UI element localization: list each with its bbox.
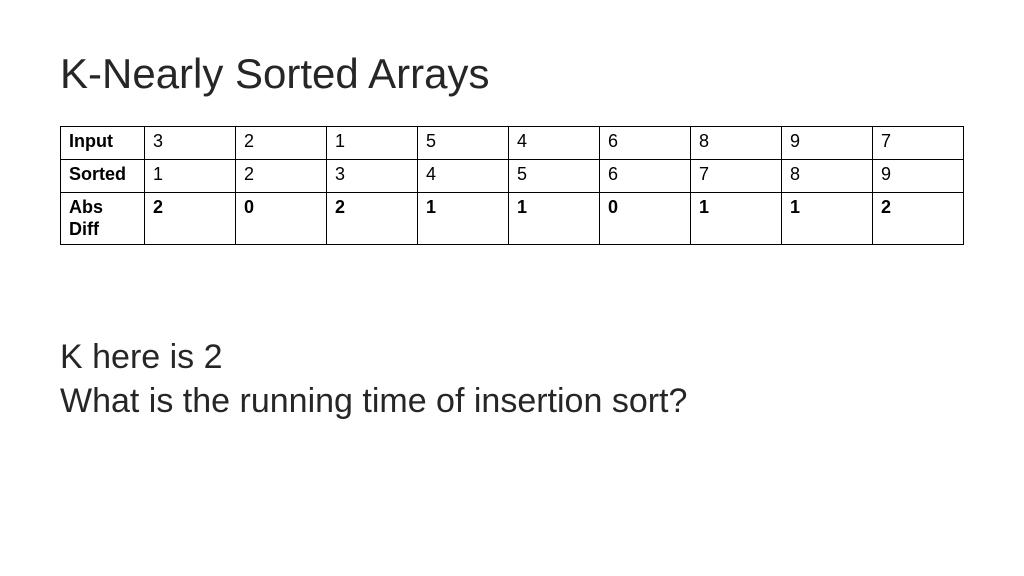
cell: 5: [509, 160, 600, 193]
row-label-sorted: Sorted: [61, 160, 145, 193]
cell: 8: [782, 160, 873, 193]
cell: 9: [873, 160, 964, 193]
cell: 2: [873, 193, 964, 245]
row-label-diff: Abs Diff: [61, 193, 145, 245]
cell: 4: [418, 160, 509, 193]
cell: 2: [236, 127, 327, 160]
cell: 8: [691, 127, 782, 160]
slide-title: K-Nearly Sorted Arrays: [60, 50, 964, 98]
cell: 7: [873, 127, 964, 160]
cell: 1: [145, 160, 236, 193]
cell: 9: [782, 127, 873, 160]
cell: 1: [691, 193, 782, 245]
cell: 5: [418, 127, 509, 160]
body-line-1: K here is 2: [60, 335, 964, 379]
cell: 2: [327, 193, 418, 245]
cell: 6: [600, 127, 691, 160]
cell: 6: [600, 160, 691, 193]
cell: 7: [691, 160, 782, 193]
body-line-2: What is the running time of insertion so…: [60, 379, 964, 423]
cell: 1: [782, 193, 873, 245]
cell: 1: [418, 193, 509, 245]
cell: 2: [145, 193, 236, 245]
data-table: Input 3 2 1 5 4 6 8 9 7 Sorted 1 2 3 4 5…: [60, 126, 964, 245]
cell: 3: [327, 160, 418, 193]
body-text: K here is 2 What is the running time of …: [60, 335, 964, 423]
table-row: Input 3 2 1 5 4 6 8 9 7: [61, 127, 964, 160]
table-row: Sorted 1 2 3 4 5 6 7 8 9: [61, 160, 964, 193]
cell: 2: [236, 160, 327, 193]
row-label-input: Input: [61, 127, 145, 160]
cell: 0: [600, 193, 691, 245]
cell: 3: [145, 127, 236, 160]
table-row: Abs Diff 2 0 2 1 1 0 1 1 2: [61, 193, 964, 245]
cell: 0: [236, 193, 327, 245]
slide: K-Nearly Sorted Arrays Input 3 2 1 5 4 6…: [0, 0, 1024, 464]
cell: 4: [509, 127, 600, 160]
cell: 1: [327, 127, 418, 160]
cell: 1: [509, 193, 600, 245]
